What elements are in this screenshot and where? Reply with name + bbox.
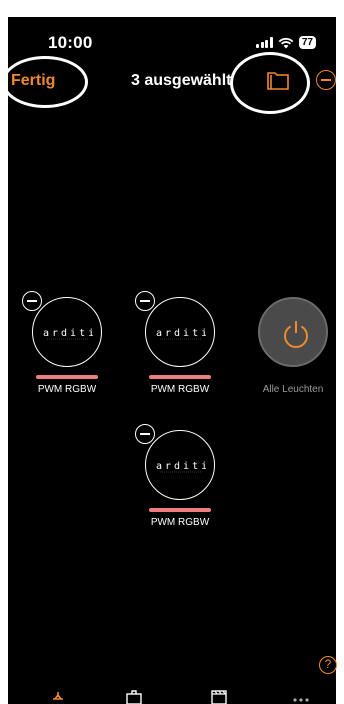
status-icons: 77 bbox=[256, 36, 316, 49]
tab-clapperboard-icon[interactable] bbox=[208, 690, 230, 704]
folder-icon[interactable] bbox=[266, 69, 290, 91]
screenshot-frame-top bbox=[0, 0, 344, 17]
wifi-icon bbox=[278, 37, 294, 48]
light-tile-circle[interactable]: arditi bbox=[32, 297, 102, 367]
tab-light-icon[interactable] bbox=[47, 690, 69, 704]
all-lights-circle[interactable] bbox=[258, 297, 328, 367]
tab-bar bbox=[8, 688, 336, 704]
remove-selection-button[interactable] bbox=[316, 70, 336, 90]
remove-light-button[interactable] bbox=[135, 291, 155, 311]
tab-more-icon[interactable] bbox=[290, 690, 312, 704]
color-bar bbox=[149, 508, 211, 512]
color-bar bbox=[36, 375, 98, 379]
signal-icon bbox=[256, 37, 273, 48]
svg-text:arditi: arditi bbox=[156, 461, 206, 472]
screenshot-frame-left bbox=[0, 0, 8, 704]
light-tile-label: PWM RGBW bbox=[37, 384, 97, 395]
navigation-bar: Fertig 3 ausgewählt bbox=[8, 60, 336, 104]
status-bar: 10:00 77 bbox=[8, 17, 336, 53]
brand-logo: arditi bbox=[156, 328, 206, 340]
light-tile-label: PWM RGBW bbox=[150, 384, 210, 395]
brand-logo: arditi bbox=[43, 328, 93, 340]
tab-scene-icon[interactable] bbox=[123, 690, 145, 704]
remove-light-button[interactable] bbox=[135, 424, 155, 444]
svg-text:arditi: arditi bbox=[43, 328, 93, 339]
help-button[interactable]: ? bbox=[319, 656, 337, 674]
all-lights-label: Alle Leuchten bbox=[262, 384, 324, 395]
remove-light-button[interactable] bbox=[22, 291, 42, 311]
light-tile-circle[interactable]: arditi bbox=[145, 430, 215, 500]
svg-text:arditi: arditi bbox=[156, 328, 206, 339]
power-icon bbox=[284, 321, 308, 348]
brand-logo: arditi bbox=[156, 461, 206, 473]
selection-title: 3 ausgewählt bbox=[131, 72, 232, 89]
light-tile-label: PWM RGBW bbox=[150, 517, 210, 528]
status-time: 10:00 bbox=[48, 33, 93, 52]
color-bar bbox=[149, 375, 211, 379]
light-tile-circle[interactable]: arditi bbox=[145, 297, 215, 367]
done-button[interactable]: Fertig bbox=[11, 72, 55, 90]
screenshot-frame-right bbox=[336, 0, 344, 704]
battery-indicator: 77 bbox=[298, 36, 316, 49]
